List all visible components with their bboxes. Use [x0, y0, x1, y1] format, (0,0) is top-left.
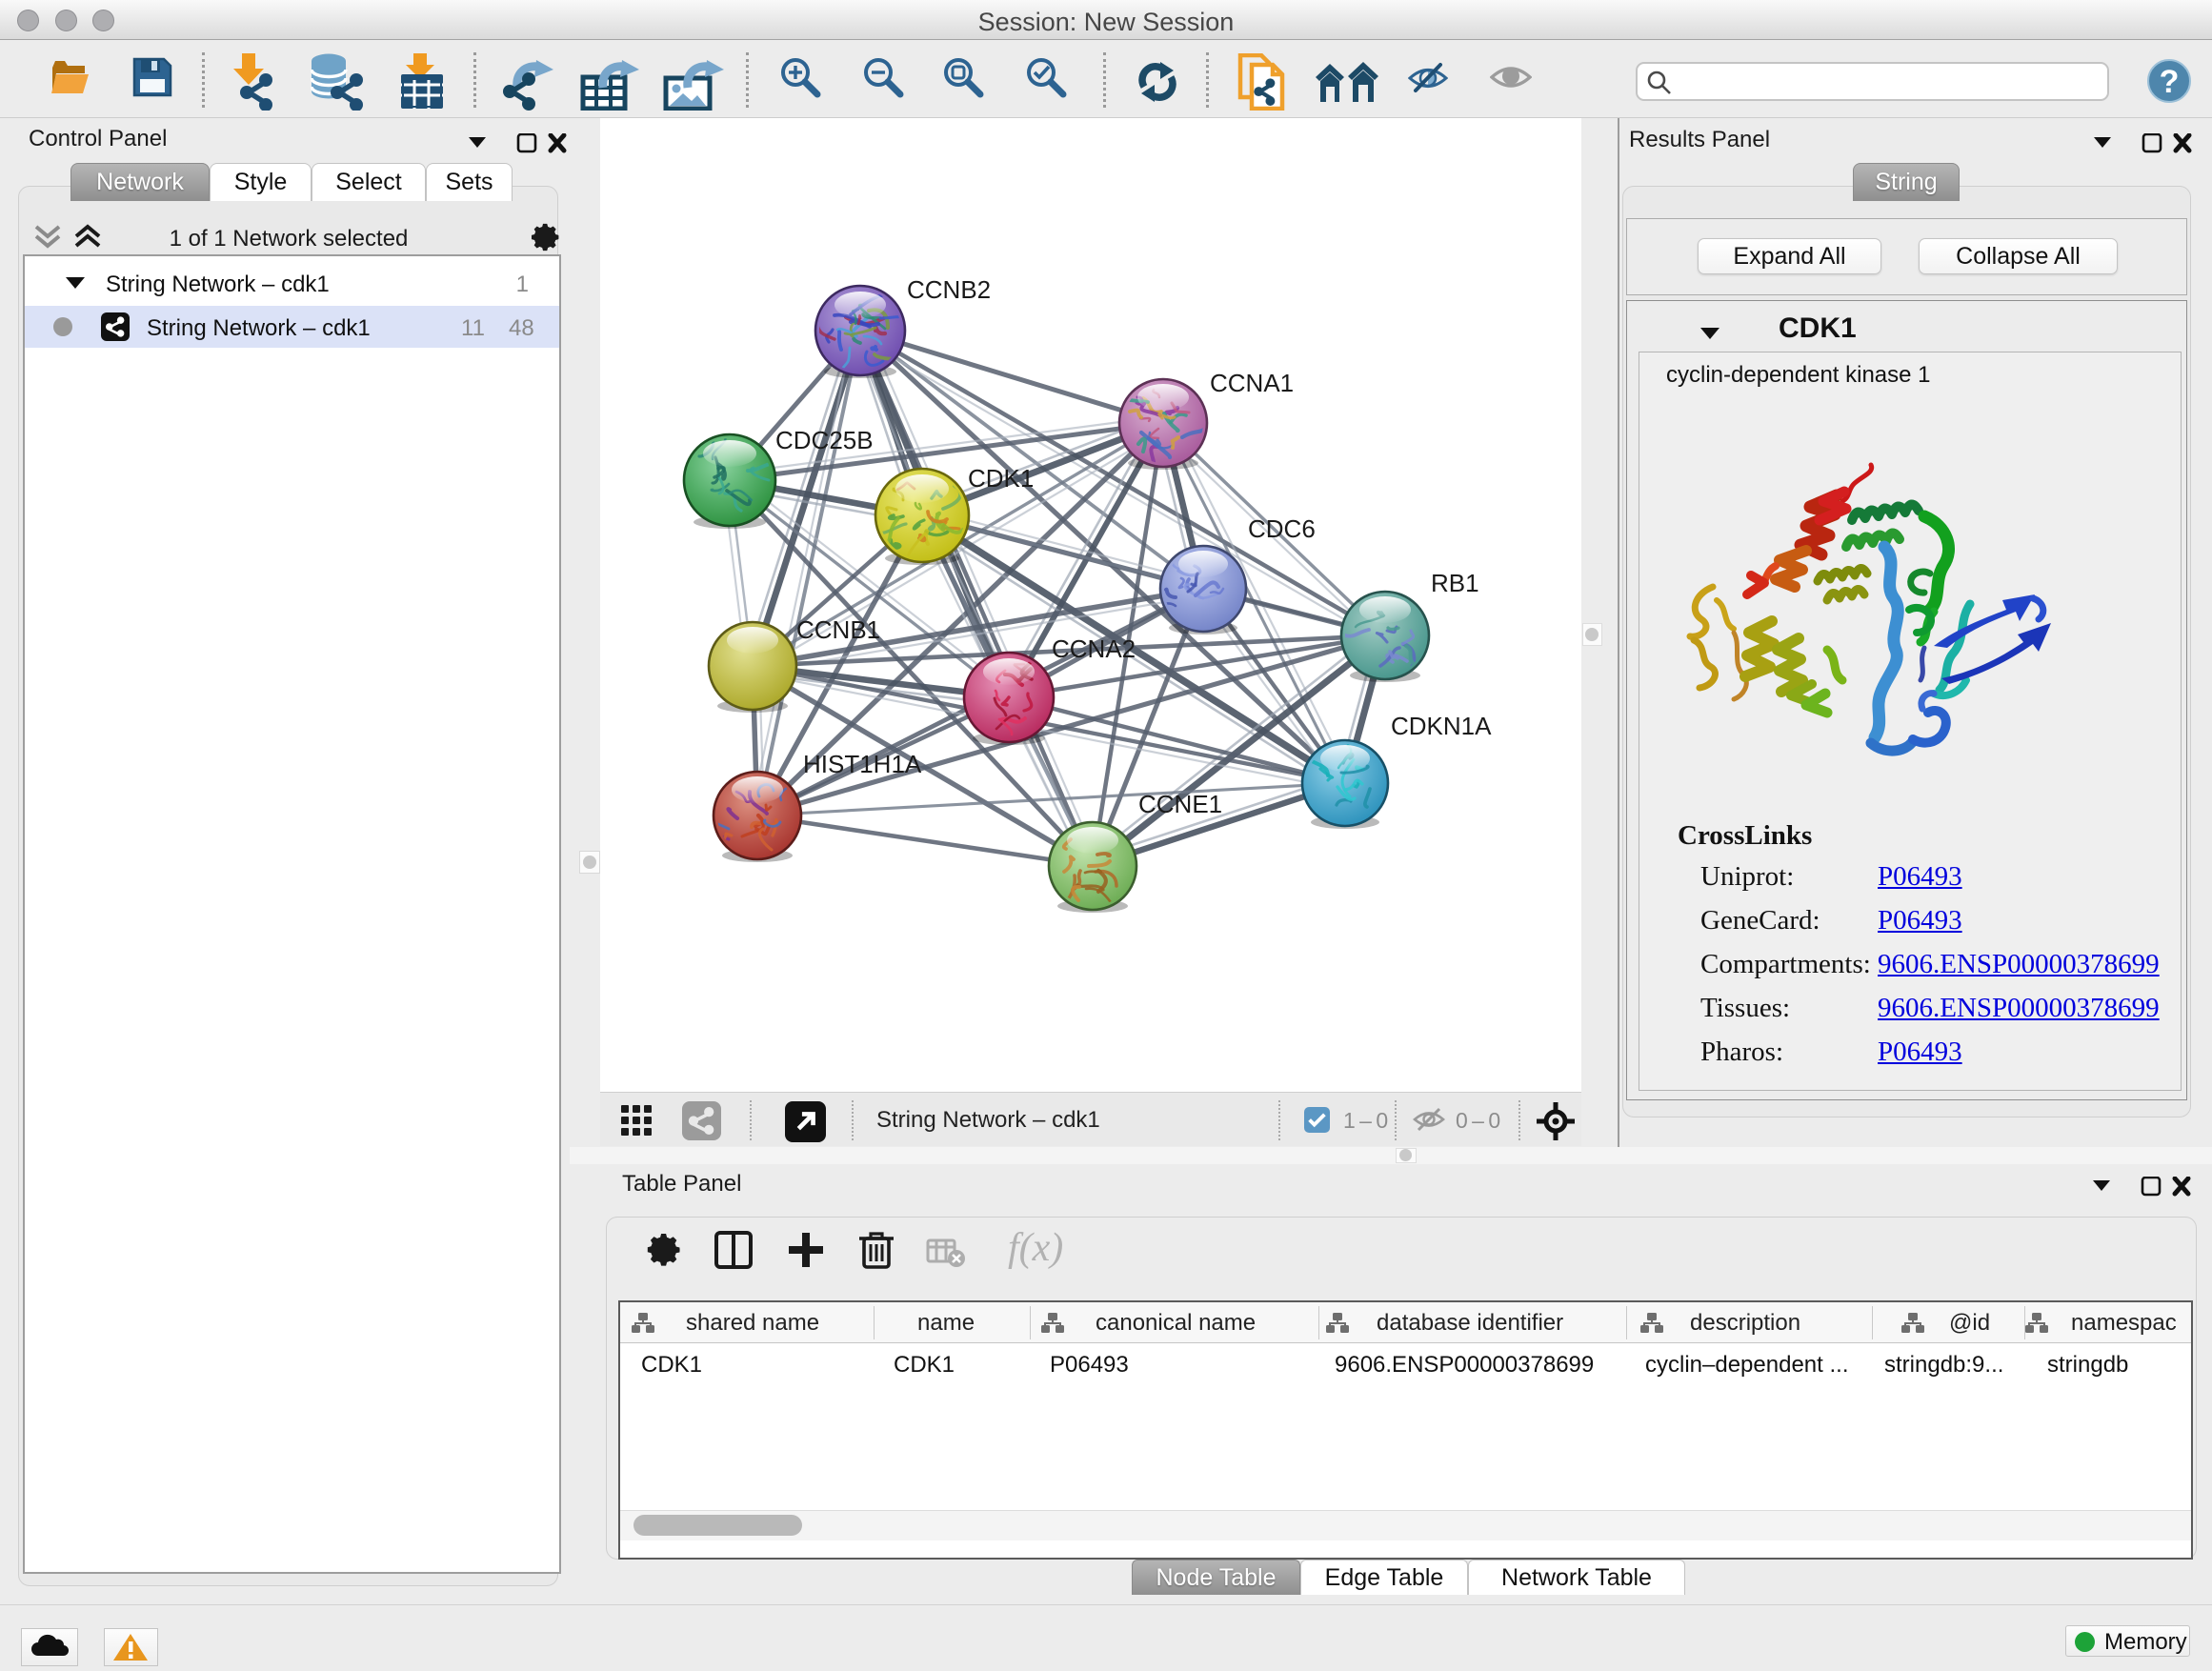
svg-text:CCNA1: CCNA1: [1210, 369, 1294, 397]
svg-text:CDK1: CDK1: [968, 464, 1034, 493]
svg-text:HIST1H1A: HIST1H1A: [803, 750, 922, 778]
svg-text:CCNE1: CCNE1: [1138, 790, 1222, 818]
svg-text:CDC6: CDC6: [1248, 514, 1316, 543]
svg-text:CCNB2: CCNB2: [907, 275, 991, 304]
svg-text:RB1: RB1: [1431, 569, 1479, 597]
svg-text:CCNB1: CCNB1: [796, 615, 880, 644]
svg-text:CCNA2: CCNA2: [1052, 634, 1136, 663]
svg-text:CDKN1A: CDKN1A: [1391, 712, 1492, 740]
svg-text:CDC25B: CDC25B: [775, 426, 874, 454]
